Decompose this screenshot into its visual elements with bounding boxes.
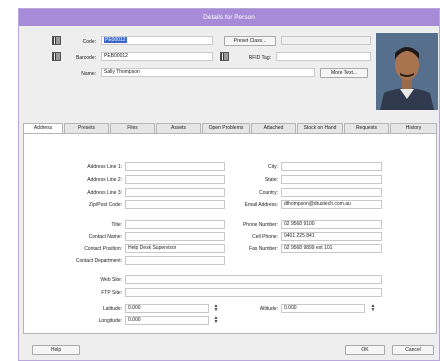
ftp-input[interactable] [125,288,382,297]
barcode-input[interactable]: PEB00012 [101,52,213,61]
contact-department-input[interactable] [125,256,225,265]
code-input[interactable]: PE00012 [101,36,213,45]
person-photo-image [376,33,438,110]
email-input[interactable]: dthompson@drustech.com.au [281,200,382,209]
contact-name-label: Contact Name: [88,234,122,240]
address-line1-label: Address Line 1: [87,164,122,170]
address-line2-input[interactable] [125,175,225,184]
preset-class-button[interactable]: Preset Class... [224,36,276,46]
tab-stock-on-hand[interactable]: Stock on Hand [297,123,343,133]
longitude-label: Longitude: [98,318,122,324]
tab-bar: Address Presets Files Assets Open Proble… [23,123,437,134]
tab-files[interactable]: Files [110,123,155,133]
longitude-spinner[interactable]: ▲ ▼ [212,316,220,325]
cell-label: Cell Phone: [252,234,278,240]
barcode-icon [52,52,61,61]
email-label: Email Address: [244,202,278,208]
contact-position-input[interactable]: Help Desk Supervisor [125,244,225,253]
more-text-button[interactable]: More Text... [320,68,368,78]
address-line1-input[interactable] [125,162,225,171]
latitude-label: Latitude: [102,306,122,312]
name-input[interactable]: Sally Thompson [101,68,315,77]
city-input[interactable] [281,162,382,171]
ok-button[interactable]: OK [345,345,385,355]
website-label: Web Site: [100,277,122,283]
state-label: State: [264,177,278,183]
zip-label: Zip/Post Code: [88,202,122,208]
help-button[interactable]: Help [32,345,80,355]
code-label: Code: [82,39,96,45]
code-value: PE00012 [104,37,127,43]
state-input[interactable] [281,175,382,184]
country-label: Country: [259,190,278,196]
altitude-spinner[interactable]: ▲ ▼ [369,304,377,313]
zip-input[interactable] [125,200,225,209]
contact-department-label: Contact Department: [75,258,122,264]
contact-position-label: Contact Position: [84,246,122,252]
rfid-icon [220,52,229,61]
cell-input[interactable]: 0401 225 841 [281,232,382,241]
tab-presets[interactable]: Presets [64,123,109,133]
address-line2-label: Address Line 2: [87,177,122,183]
tab-attached[interactable]: Attached [251,123,296,133]
address-line3-label: Address Line 3: [87,190,122,196]
tab-assets[interactable]: Assets [156,123,201,133]
altitude-input[interactable]: 0.000 [281,304,365,313]
name-label: Name: [81,71,96,77]
latitude-input[interactable]: 0.000 [125,304,209,313]
title-input[interactable] [125,220,225,229]
preset-class-display [281,36,371,45]
window-title: Details for Person [19,9,439,26]
details-dialog: Details for Person Code: PE00012 Preset … [18,8,440,361]
phone-label: Phone Number: [242,222,278,228]
tab-open-problems[interactable]: Open Problems [202,123,250,133]
address-line3-input[interactable] [125,188,225,197]
latitude-spinner[interactable]: ▲ ▼ [212,304,220,313]
altitude-label: Altitude: [259,306,278,312]
ftp-label: FTP Site: [101,290,122,296]
city-label: City: [268,164,278,170]
barcode-icon [52,36,61,45]
person-photo [376,33,438,110]
country-input[interactable] [281,188,382,197]
address-panel: Address Line 1: Address Line 2: Address … [23,133,437,334]
contact-name-input[interactable] [125,232,225,241]
barcode-label: Barcode: [75,55,96,61]
rfid-input[interactable] [276,52,371,61]
rfid-label: RFID Tag: [248,55,271,61]
phone-input[interactable]: 02 9568 9100 [281,220,382,229]
tab-requests[interactable]: Requests [344,123,389,133]
longitude-input[interactable]: 0.000 [125,316,209,325]
title-label: Title: [111,222,122,228]
cancel-button[interactable]: Cancel [392,345,434,355]
fax-input[interactable]: 02 9568 9899 ext 101 [281,244,382,253]
tab-history[interactable]: History [390,123,437,133]
fax-label: Fax Number: [249,246,278,252]
website-input[interactable] [125,275,382,284]
